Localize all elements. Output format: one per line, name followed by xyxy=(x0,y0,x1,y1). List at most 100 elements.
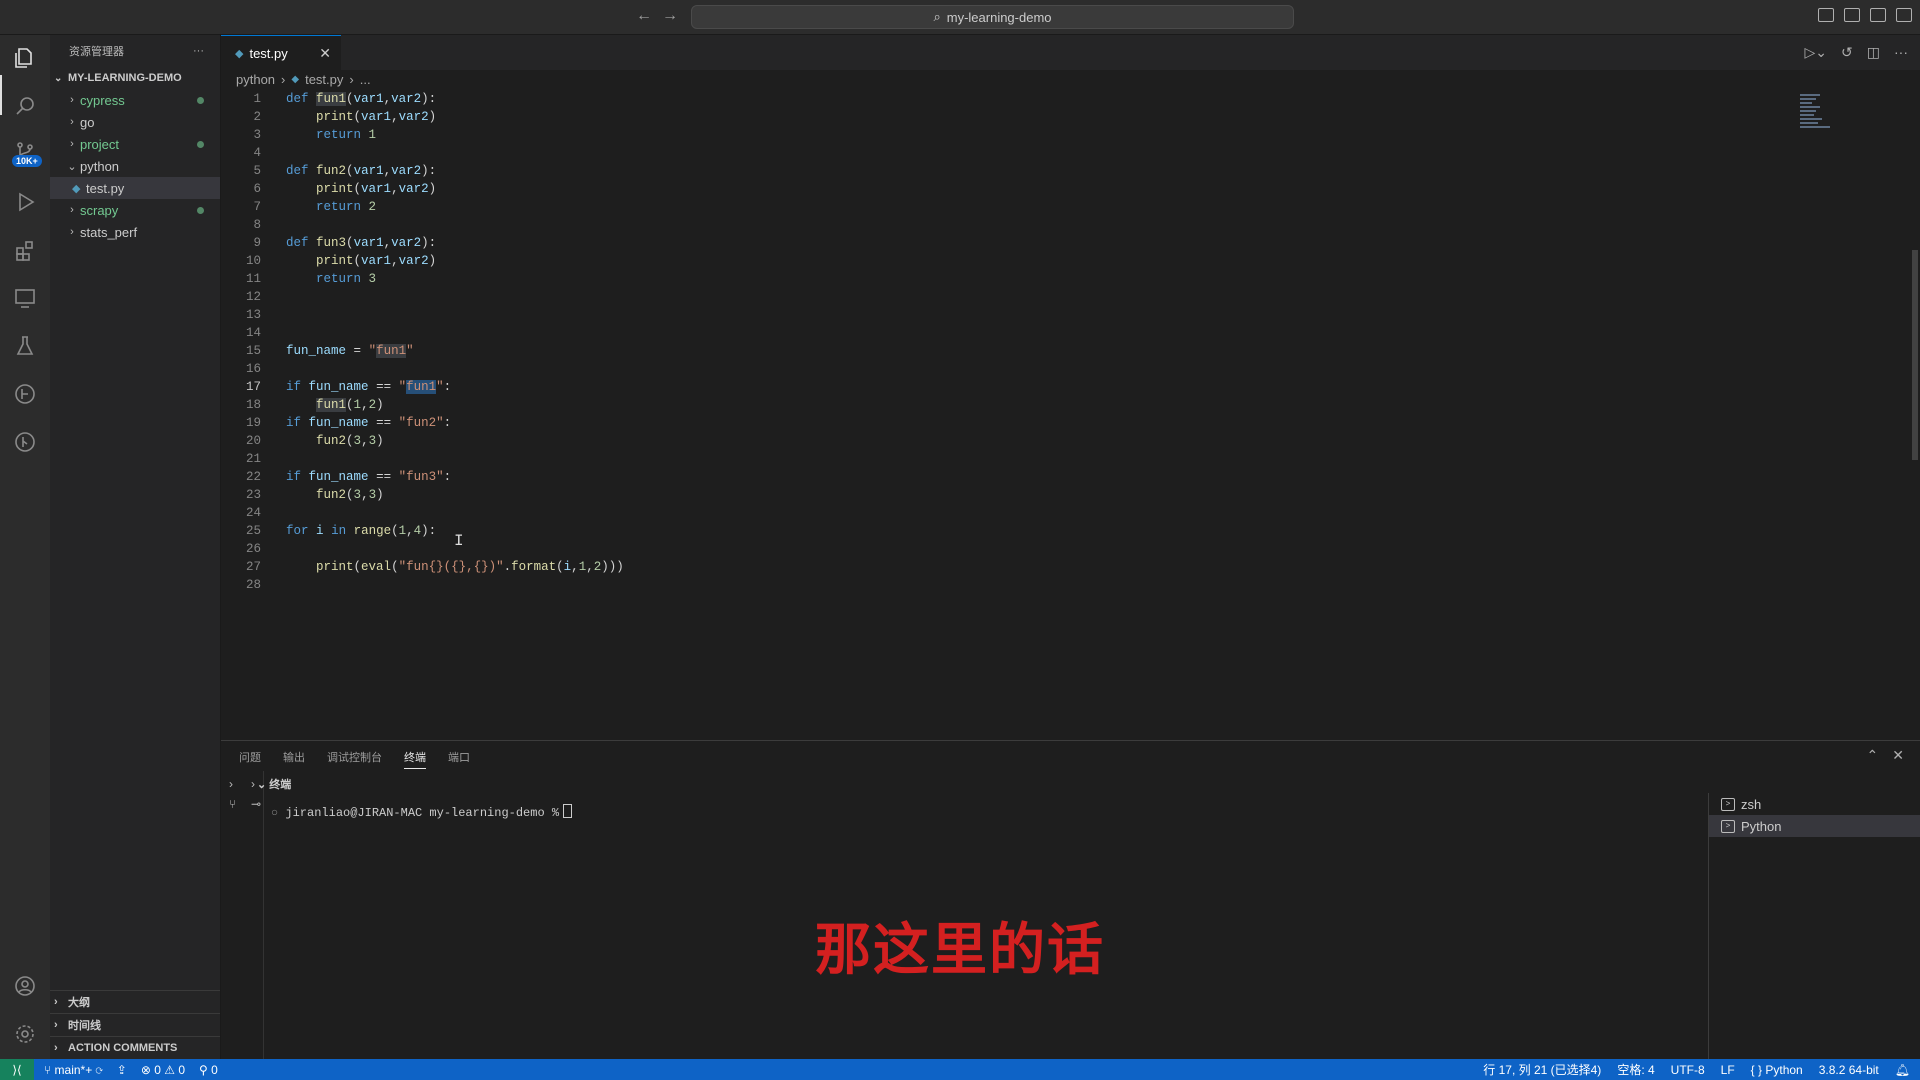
terminal-item-label: zsh xyxy=(1741,796,1762,812)
testing-icon[interactable] xyxy=(12,333,38,359)
editor-scrollbar[interactable] xyxy=(1912,250,1918,460)
command-center-search[interactable]: ⌕ my-learning-demo xyxy=(691,5,1294,29)
remote-indicator-icon[interactable]: ⟩⟨ xyxy=(0,1059,34,1080)
chevron-down-icon: ⌄ xyxy=(54,72,63,84)
action-comments-section[interactable]: › ACTION COMMENTS xyxy=(50,1036,220,1059)
run-debug-icon[interactable] xyxy=(12,189,38,215)
breadcrumb-symbol[interactable]: ... xyxy=(360,72,371,87)
line-number: 4 xyxy=(253,146,261,160)
chevron-right-icon: › xyxy=(349,72,354,87)
folder-cypress[interactable]: › cypress xyxy=(50,89,220,111)
error-icon: ⊗ xyxy=(140,1062,155,1077)
outline-section[interactable]: › 大纲 xyxy=(50,990,220,1013)
code-editor[interactable]: 1 def fun1(var1,var2): 2 print(var1,var2)… xyxy=(221,90,1911,740)
terminal-item-zsh[interactable]: > zsh xyxy=(1709,793,1920,815)
terminal-icon: > xyxy=(1721,819,1735,833)
error-count: 0 xyxy=(154,1062,161,1077)
terminal-header[interactable]: ⌄ 终端 xyxy=(257,776,291,792)
breadcrumb-folder[interactable]: python xyxy=(236,72,275,87)
chevron-right-icon[interactable]: › xyxy=(251,777,255,791)
tab-test-py[interactable]: ◆ test.py ✕ xyxy=(221,35,341,70)
ports-indicator[interactable]: ⚲ 0 xyxy=(199,1063,218,1077)
publish-icon[interactable]: ⇪ xyxy=(117,1063,127,1077)
gitlens-icon[interactable] xyxy=(12,381,38,407)
search-icon[interactable] xyxy=(12,93,38,119)
active-indicator xyxy=(0,75,2,115)
file-test-py[interactable]: ◆ test.py xyxy=(50,177,220,199)
code-line: print(var1,var2) xyxy=(316,254,437,268)
folder-label: cypress xyxy=(80,92,125,108)
line-number: 19 xyxy=(245,416,261,430)
chevron-right-icon[interactable]: › xyxy=(229,777,233,791)
end-of-line[interactable]: LF xyxy=(1721,1063,1735,1077)
commit-icon[interactable]: ⊸ xyxy=(251,797,261,811)
folder-stats-perf[interactable]: › stats_perf xyxy=(50,221,220,243)
line-number: 8 xyxy=(253,218,261,232)
settings-gear-icon[interactable] xyxy=(12,1021,38,1047)
tab-terminal[interactable]: 终端 xyxy=(404,749,426,769)
extensions-icon[interactable] xyxy=(12,237,38,263)
remote-explorer-icon[interactable] xyxy=(12,285,38,311)
folder-label: go xyxy=(80,114,95,130)
line-number: 1 xyxy=(253,92,261,106)
section-label: 时间线 xyxy=(68,1020,101,1032)
encoding[interactable]: UTF-8 xyxy=(1671,1063,1705,1077)
circle-icon: ○ xyxy=(271,806,286,820)
code-line: for i in range(1,4): xyxy=(286,524,437,538)
git-graph-icon[interactable] xyxy=(12,429,38,455)
forward-arrow-icon[interactable]: → xyxy=(662,7,678,25)
customize-layout-icon[interactable] xyxy=(1896,8,1912,22)
explorer-icon[interactable] xyxy=(12,45,38,71)
folder-go[interactable]: › go xyxy=(50,111,220,133)
terminal-cursor xyxy=(563,804,573,818)
command-center-label: my-learning-demo xyxy=(946,9,1052,25)
chevron-right-icon: › xyxy=(70,138,74,150)
tab-ports[interactable]: 端口 xyxy=(448,749,470,769)
minimap[interactable] xyxy=(1800,92,1856,148)
terminal-item-python[interactable]: > Python xyxy=(1709,815,1920,837)
code-line: print(var1,var2) xyxy=(316,110,437,124)
python-interpreter[interactable]: 3.8.2 64-bit xyxy=(1819,1063,1879,1077)
timeline-section[interactable]: › 时间线 xyxy=(50,1013,220,1036)
workspace-root[interactable]: ⌄ MY-LEARNING-DEMO xyxy=(50,67,220,89)
indentation[interactable]: 空格: 4 xyxy=(1617,1061,1654,1078)
history-icon[interactable]: ↺ xyxy=(1841,44,1853,61)
back-arrow-icon[interactable]: ← xyxy=(636,7,652,25)
language-mode[interactable]: { } Python xyxy=(1751,1063,1803,1077)
close-panel-icon[interactable]: ✕ xyxy=(1892,747,1904,764)
bottom-panel: 问题 输出 调试控制台 终端 端口 ⌃ ✕ › ⑂ › ⊸ ⌄ 终端 ○ jir… xyxy=(221,740,1920,1060)
maximize-panel-icon[interactable]: ⌃ xyxy=(1867,747,1879,764)
run-python-icon[interactable]: ▷⌄ xyxy=(1805,44,1828,61)
folder-project[interactable]: › project xyxy=(50,133,220,155)
tab-output[interactable]: 输出 xyxy=(283,749,305,769)
cursor-position[interactable]: 行 17, 列 21 (已选择4) xyxy=(1483,1061,1601,1078)
tab-debug-console[interactable]: 调试控制台 xyxy=(327,749,382,769)
git-branch-label: main*+ xyxy=(54,1062,93,1077)
breadcrumb-file[interactable]: test.py xyxy=(305,72,343,87)
close-icon[interactable]: ✕ xyxy=(319,45,331,62)
toggle-sidebar-icon[interactable] xyxy=(1818,8,1834,22)
folder-label: scrapy xyxy=(80,202,119,218)
toggle-panel-icon[interactable] xyxy=(1844,8,1860,22)
source-control-badge: 10K+ xyxy=(12,155,42,167)
folder-python[interactable]: ⌄ python xyxy=(50,155,220,177)
line-number: 12 xyxy=(245,290,261,304)
terminal-prompt[interactable]: ○ jiranliao@JIRAN-MAC my-learning-demo % xyxy=(271,804,573,820)
more-actions-icon[interactable]: ··· xyxy=(1894,44,1908,61)
tab-problems[interactable]: 问题 xyxy=(239,749,261,769)
video-subtitle: 那这里的话 xyxy=(815,918,1105,983)
notifications-bell-icon[interactable]: 🔔︎ xyxy=(1895,1063,1910,1077)
folder-label: project xyxy=(80,136,120,152)
problems-indicator[interactable]: ⊗ 0 ⚠ 0 xyxy=(141,1063,185,1077)
split-editor-icon[interactable]: ◫ xyxy=(1867,44,1880,61)
git-branch[interactable]: ⑂ main*+ ⟳ xyxy=(44,1063,103,1077)
title-bar: ← → ⌕ my-learning-demo xyxy=(0,0,1920,35)
code-line: if fun_name == "fun3": xyxy=(286,470,452,484)
folder-scrapy[interactable]: › scrapy xyxy=(50,199,220,221)
toggle-secondary-sidebar-icon[interactable] xyxy=(1870,8,1886,22)
more-actions-icon[interactable]: ··· xyxy=(193,45,204,57)
git-branch-icon[interactable]: ⑂ xyxy=(229,797,236,811)
braces-icon: { } xyxy=(1750,1062,1766,1077)
sidebar-title: 资源管理器 xyxy=(69,46,124,58)
code-line: return 3 xyxy=(316,272,377,286)
